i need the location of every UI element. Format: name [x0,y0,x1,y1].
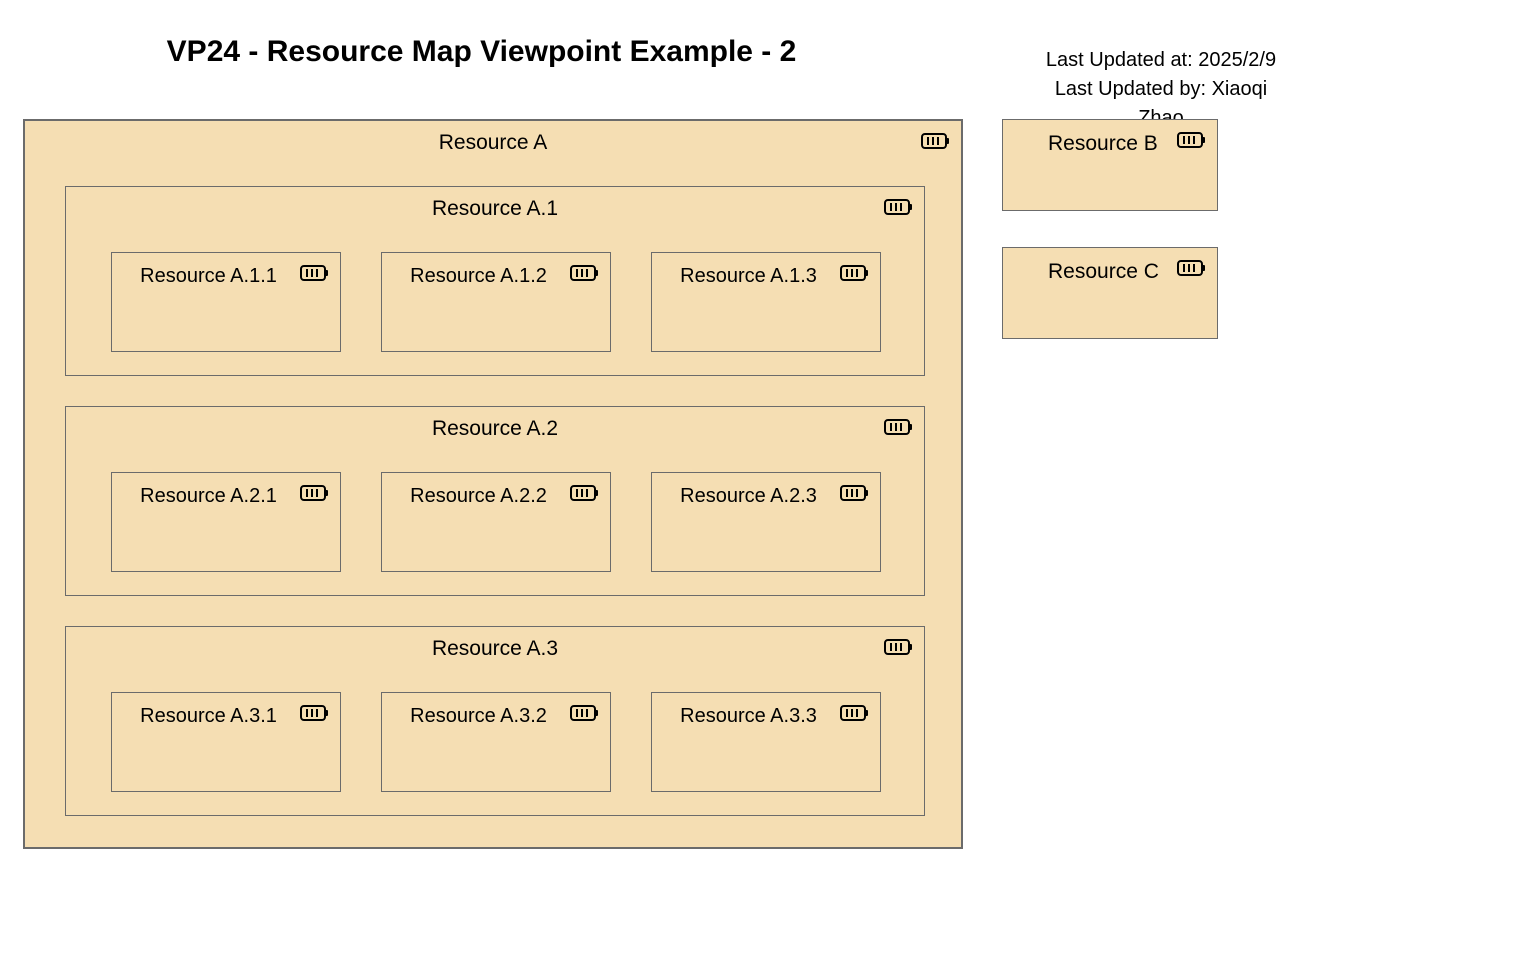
resource-a1-label: Resource A.1 [66,187,924,221]
battery-icon [300,263,330,288]
resource-a11-box: Resource A.1.1 [111,252,341,352]
resource-a12-box: Resource A.1.2 [381,252,611,352]
resource-a2-label: Resource A.2 [66,407,924,441]
diagram-title: VP24 - Resource Map Viewpoint Example - … [0,35,963,69]
battery-icon [884,417,914,442]
battery-icon [300,483,330,508]
resource-a-box: Resource A Resource A.1 Resource A.1.1 R… [23,119,963,849]
resource-a3-label: Resource A.3 [66,627,924,661]
last-updated-at: Last Updated at: 2025/2/9 [1031,46,1291,75]
resource-a31-box: Resource A.3.1 [111,692,341,792]
battery-icon [884,637,914,662]
battery-icon [570,263,600,288]
resource-a21-box: Resource A.2.1 [111,472,341,572]
battery-icon [1177,258,1207,283]
resource-a22-box: Resource A.2.2 [381,472,611,572]
resource-a32-box: Resource A.3.2 [381,692,611,792]
battery-icon [884,197,914,222]
battery-icon [840,703,870,728]
resource-a3-box: Resource A.3 Resource A.3.1 Resource A.3… [65,626,925,816]
battery-icon [921,131,951,156]
resource-a-label: Resource A [25,121,961,155]
resource-c-box: Resource C [1002,247,1218,339]
battery-icon [570,703,600,728]
battery-icon [840,263,870,288]
resource-a1-box: Resource A.1 Resource A.1.1 Resource A.1… [65,186,925,376]
diagram-canvas: VP24 - Resource Map Viewpoint Example - … [0,0,1516,966]
battery-icon [300,703,330,728]
battery-icon [840,483,870,508]
resource-a23-box: Resource A.2.3 [651,472,881,572]
battery-icon [570,483,600,508]
battery-icon [1177,130,1207,155]
resource-a2-box: Resource A.2 Resource A.2.1 Resource A.2… [65,406,925,596]
resource-a13-box: Resource A.1.3 [651,252,881,352]
resource-a33-box: Resource A.3.3 [651,692,881,792]
resource-b-box: Resource B [1002,119,1218,211]
